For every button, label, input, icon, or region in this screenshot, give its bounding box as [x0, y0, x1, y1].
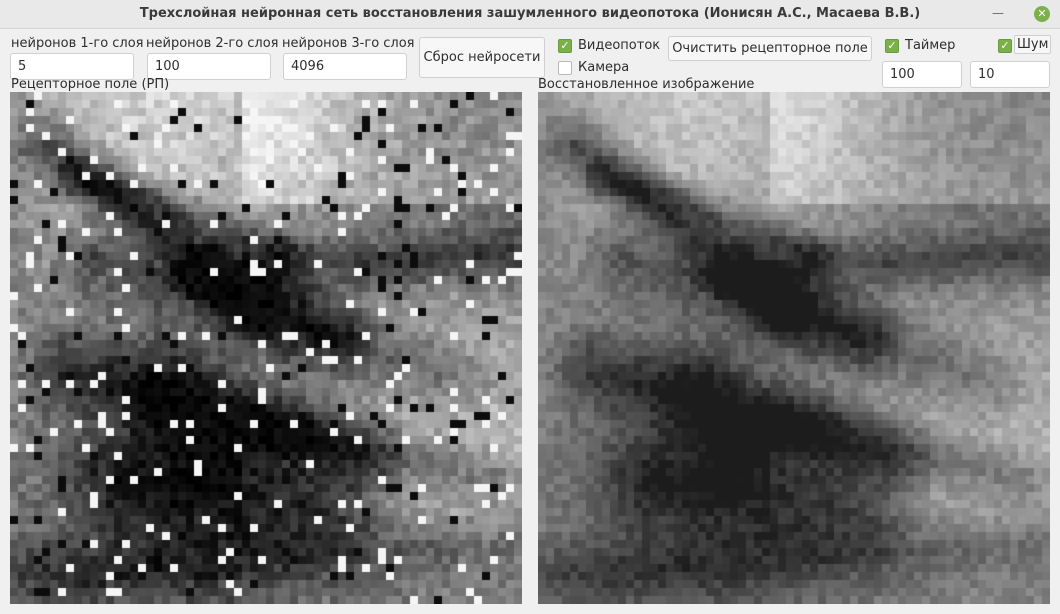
minimize-icon[interactable]: — [990, 6, 1006, 22]
layer3-input[interactable] [283, 53, 407, 80]
camera-checkbox[interactable] [558, 61, 572, 75]
timer-checkbox[interactable]: ✓ [885, 39, 899, 53]
noise-label: Шум [1014, 35, 1052, 54]
window-title: Трехслойная нейронная сеть восстановлени… [139, 6, 921, 21]
clear-receptive-field-button[interactable]: Очистить рецепторное поле [668, 36, 872, 61]
video-checkbox[interactable]: ✓ [558, 39, 572, 53]
restored-image-label: Восстановленное изображение [538, 77, 755, 92]
restored-image [538, 92, 1050, 604]
receptive-field-label: Рецепторное поле (РП) [11, 77, 170, 92]
layer1-input[interactable] [10, 53, 134, 80]
noise-checkbox[interactable]: ✓ [998, 39, 1012, 53]
layer3-label: нейронов 3-го слоя [282, 36, 415, 51]
layer2-label: нейронов 2-го слоя [146, 36, 279, 51]
receptive-field-image [10, 92, 522, 604]
timer-label: Таймер [905, 38, 956, 53]
camera-label: Камера [578, 60, 630, 75]
timer-input[interactable] [882, 61, 962, 88]
layer2-input[interactable] [147, 53, 271, 80]
title-bar: Трехслойная нейронная сеть восстановлени… [0, 0, 1060, 29]
reset-network-button[interactable]: Сброс нейросети [419, 37, 545, 78]
layer1-label: нейронов 1-го слоя [11, 36, 144, 51]
close-icon[interactable]: ✕ [1034, 6, 1050, 22]
noise-input[interactable] [970, 61, 1050, 88]
video-label: Видеопоток [578, 38, 661, 53]
